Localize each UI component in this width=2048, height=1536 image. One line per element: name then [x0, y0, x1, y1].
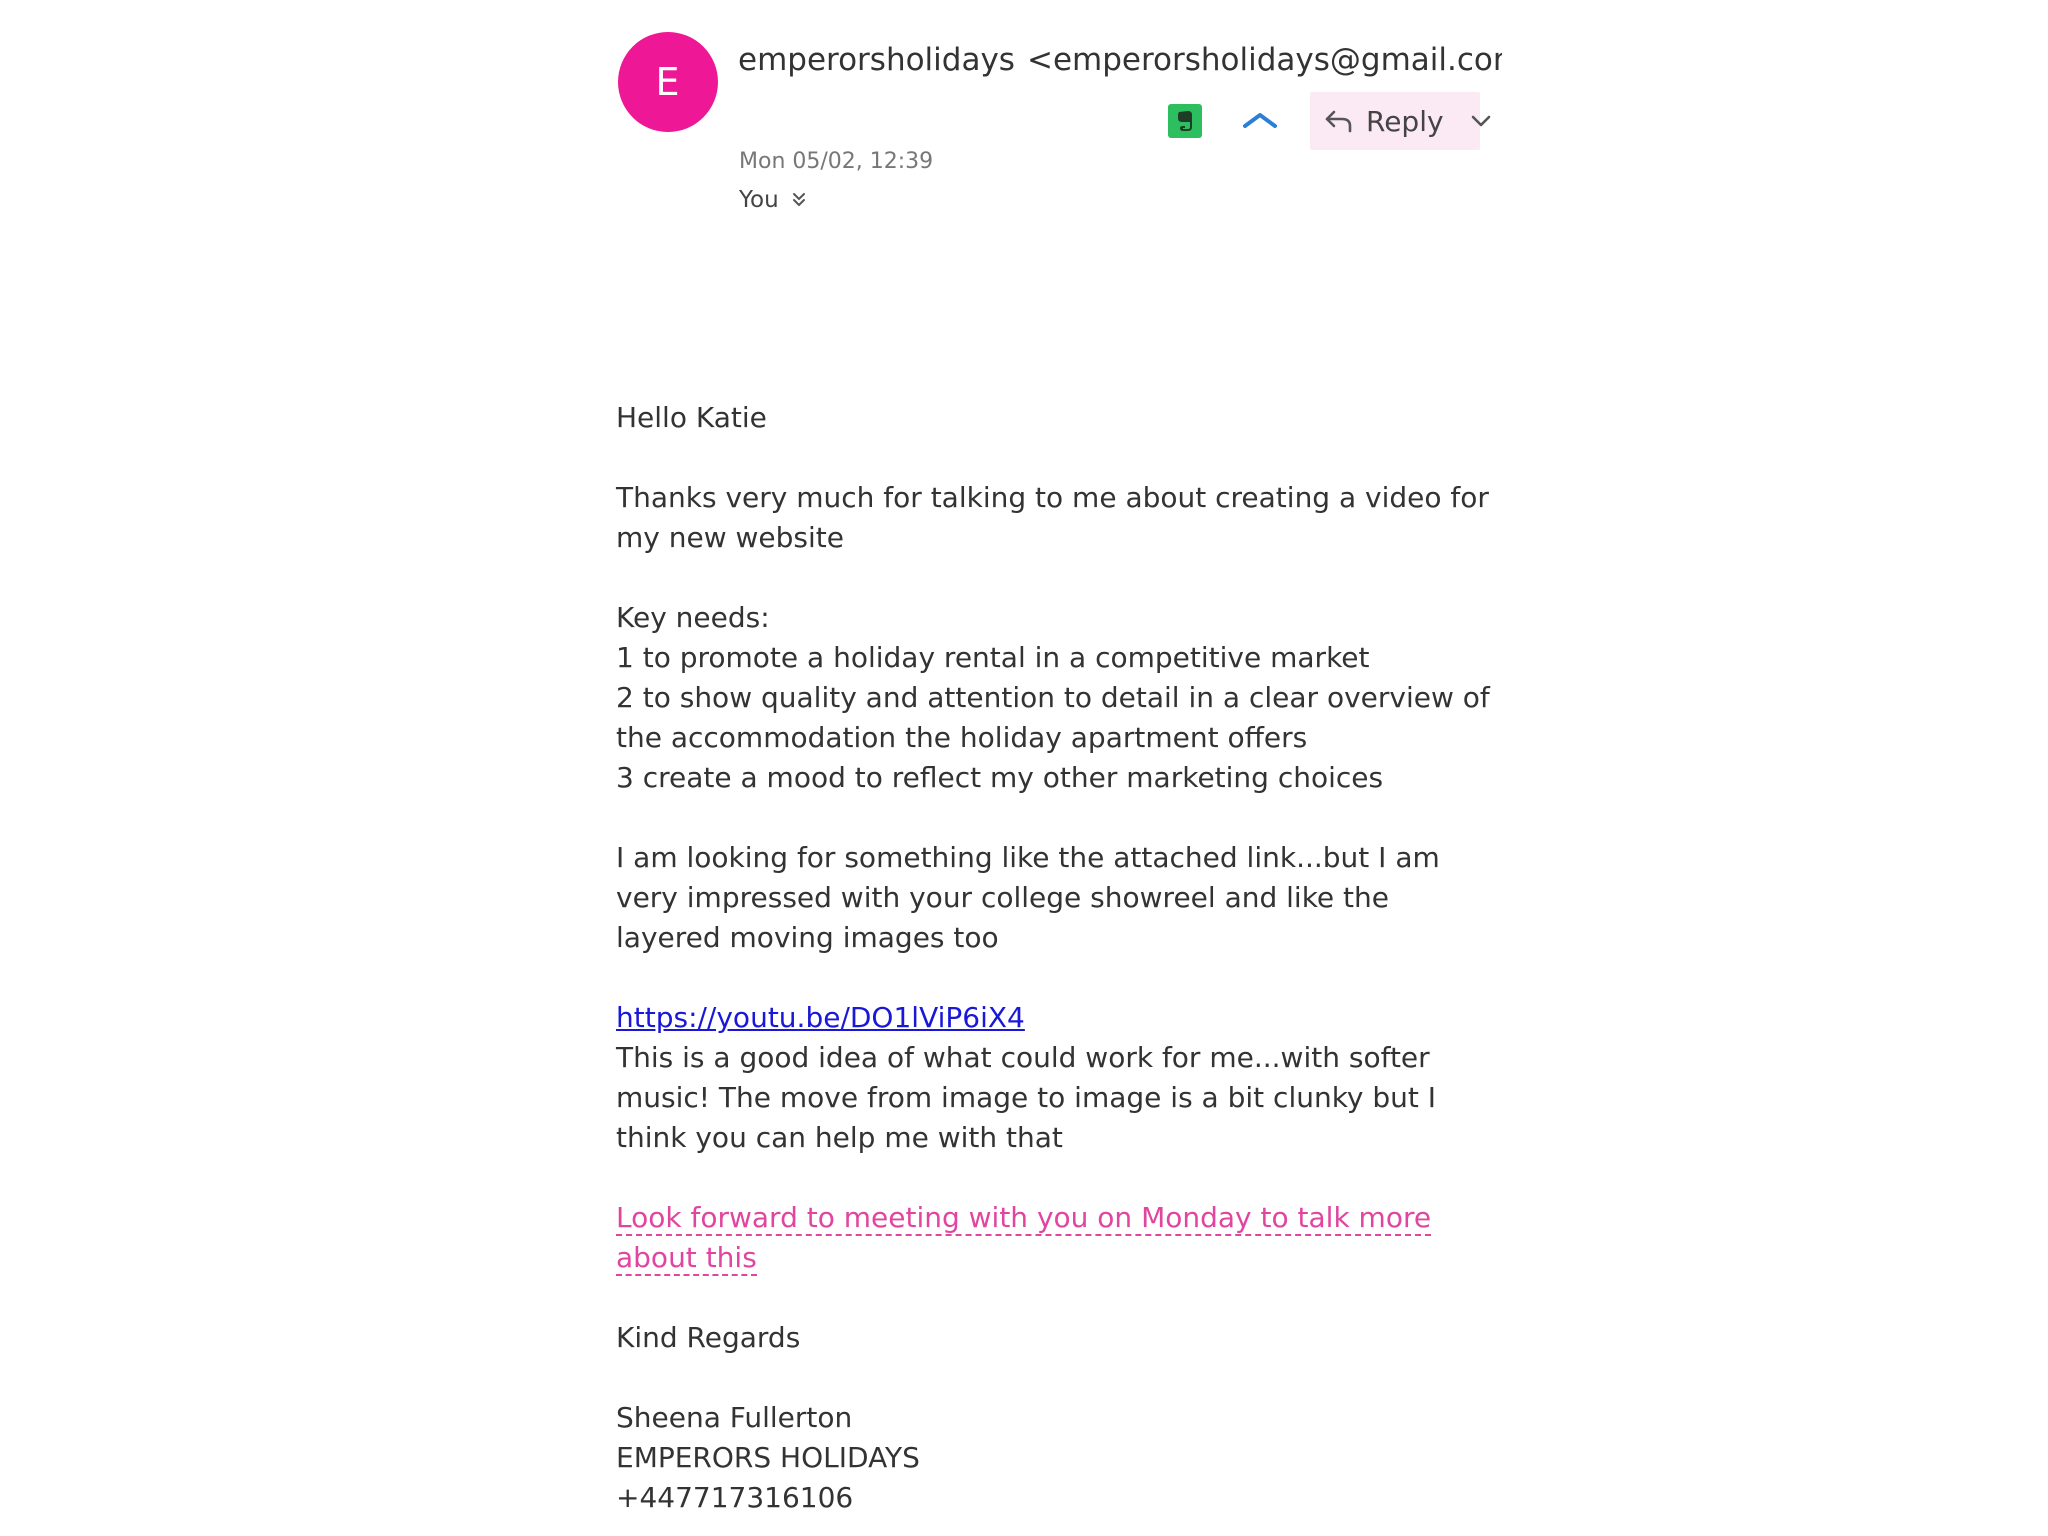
chevron-up-icon[interactable] [1240, 106, 1280, 136]
intro-paragraph: Thanks very much for talking to me about… [616, 481, 1489, 554]
youtube-link[interactable]: https://youtu.be/DO1lViP6iX4 [616, 998, 1496, 1038]
evernote-icon[interactable] [1168, 104, 1202, 138]
greeting: Hello Katie [616, 401, 767, 434]
signature-name: Sheena Fullerton [616, 1401, 853, 1434]
need-item-1: 1 to promote a holiday rental in a compe… [616, 641, 1370, 674]
signature: Sheena Fullerton EMPERORS HOLIDAYS +4477… [616, 1398, 1496, 1518]
chevron-down-icon[interactable] [1470, 109, 1492, 133]
reply-label: Reply [1366, 104, 1444, 138]
sender-avatar[interactable]: E [618, 32, 718, 132]
meeting-text: Look forward to meeting with you on Mond… [616, 1201, 1432, 1276]
double-chevron-down-icon[interactable] [791, 191, 807, 209]
looking-paragraph: I am looking for something like the atta… [616, 841, 1440, 954]
meeting-paragraph: Look forward to meeting with you on Mond… [616, 1198, 1496, 1278]
sender-name[interactable]: emperorsholidays [738, 42, 1015, 78]
avatar-letter: E [655, 60, 681, 104]
sender-line: emperorsholidays <emperorsholidays@gmail.… [738, 42, 1502, 78]
recipient-name: You [739, 187, 779, 213]
key-needs-title: Key needs: [616, 601, 770, 634]
reply-icon [1324, 106, 1354, 136]
email-reading-pane: E emperorsholidays <emperorsholidays@gmai… [0, 0, 2048, 1536]
signature-phone: +447717316106 [616, 1481, 854, 1514]
closing: Kind Regards [616, 1321, 801, 1354]
message-toolbar: Reply [1160, 92, 1490, 150]
signature-company: EMPERORS HOLIDAYS [616, 1441, 920, 1474]
need-item-2: 2 to show quality and attention to detai… [616, 681, 1490, 754]
link-comment: This is a good idea of what could work f… [616, 1041, 1437, 1154]
need-item-3: 3 create a mood to reflect my other mark… [616, 761, 1384, 794]
message-body: Hello Katie Thanks very much for talking… [616, 398, 1496, 1518]
recipient-line[interactable]: You [739, 187, 807, 213]
sender-email[interactable]: <emperorsholidays@gmail.com> [1027, 42, 1502, 78]
reply-button[interactable]: Reply [1310, 92, 1490, 150]
message-date: Mon 05/02, 12:39 [739, 149, 934, 174]
